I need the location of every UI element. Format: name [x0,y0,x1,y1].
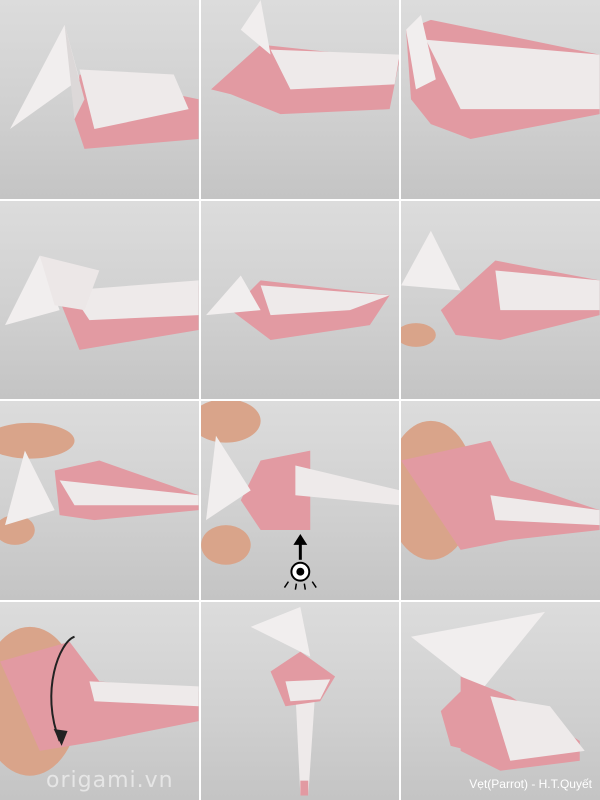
folding-steps-grid [0,0,600,800]
step-photo-5 [200,200,400,399]
step-photo-9 [401,401,600,600]
step-photo-3 [401,0,600,199]
credit-text: Vẹt(Parrot) - H.T.Quyết [469,777,592,791]
step-photo-4 [0,200,199,399]
step-photo-12 [401,601,600,800]
step-photo-7 [0,401,199,600]
step-photo-8 [200,401,400,600]
eye-view-icon [283,533,317,590]
step-photo-11 [200,601,400,800]
watermark-text: origami.vn [46,768,174,793]
step-photo-6 [401,200,600,399]
step-photo-2 [200,0,400,199]
step-photo-1 [0,0,199,199]
